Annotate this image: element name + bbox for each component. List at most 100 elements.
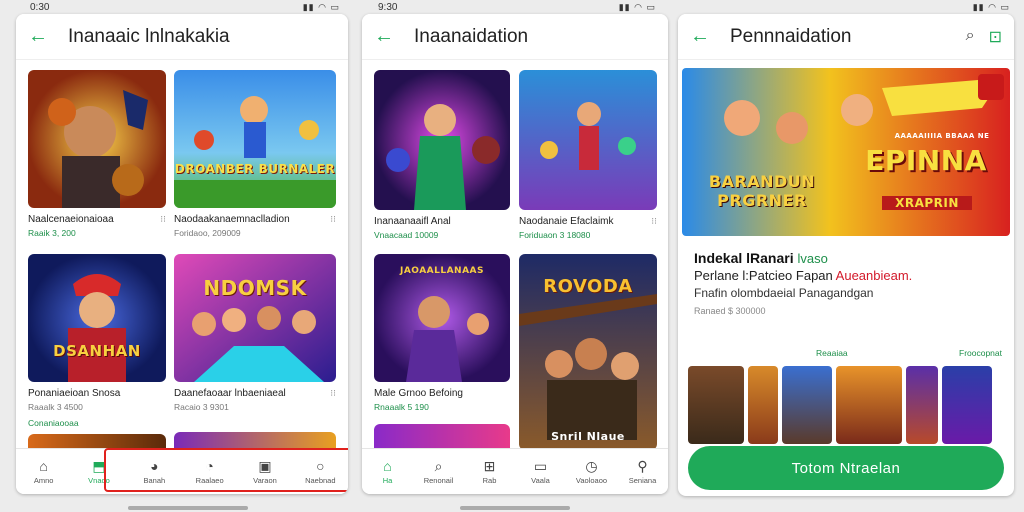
game-title: Male Grnoo Befoing	[374, 388, 463, 399]
banner-big-text: EPINNA	[865, 144, 987, 177]
page-title: Inaanaidation	[414, 25, 529, 47]
app-bar: ← Inaanaidation	[362, 14, 668, 60]
feature-banner[interactable]: AAAAAIIIIA BBAAA NE EPINNA BARANDUN PRGR…	[682, 68, 1010, 236]
game-art-title: NDOMSK	[203, 276, 307, 300]
game-card[interactable]: Naodanaie Efaclaimk ⁝⁝ Foriduaon 3 18080	[519, 70, 657, 240]
game-thumbnail: DSANHAN	[28, 254, 166, 382]
game-thumbnail	[519, 70, 657, 210]
more-dots-icon[interactable]: ⁝⁝	[330, 388, 336, 399]
nav-item-home[interactable]: ⌂ Amno	[16, 449, 71, 494]
status-bar-1: 0:30 ▮▮ ◠ ▭	[30, 0, 340, 14]
game-thumbnail: DROANBER BURNALER	[174, 70, 336, 208]
game-title: Naodaakanaemnaclladion	[174, 214, 290, 225]
home-indicator[interactable]	[128, 506, 248, 510]
game-art-title: DROANBER BURNALER	[174, 162, 336, 176]
screenshot-thumb[interactable]	[906, 366, 938, 444]
more-dots-icon[interactable]: ⁝⁝	[160, 214, 166, 225]
search-icon[interactable]: ⌕	[966, 27, 975, 47]
status-icons: ▮▮ ◠ ▭	[618, 1, 656, 12]
game-meta: Foriduaon 3 18080	[519, 230, 591, 240]
game-card[interactable]: Inanaanaaifl Anal Vnaacaad 10009	[374, 70, 510, 240]
banner-small-text: AAAAAIIIIA BBAAA NE	[894, 132, 990, 140]
status-icons: ▮▮ ◠ ▭	[302, 1, 340, 12]
home-indicator[interactable]	[460, 506, 570, 510]
phone-screen-1: ← Inanaaic lnlnakakia Naalcenaeionaioaa ⁝…	[16, 14, 348, 494]
game-thumbnail: ROVODA Snril Nlaue	[519, 254, 657, 450]
game-meta: Raaalk 3 4500	[28, 402, 83, 412]
app-tag: lvaso	[797, 251, 828, 266]
home-icon: ⌂	[383, 457, 392, 474]
more-dots-icon[interactable]: ⁝⁝	[330, 214, 336, 225]
app-subtitle: Perlane l:Patcieo Fapan	[694, 268, 833, 283]
game-title: Naodanaie Efaclaimk	[519, 216, 614, 227]
game-title: Inanaanaaifl Anal	[374, 216, 451, 227]
back-arrow-icon[interactable]: ←	[374, 25, 400, 48]
game-thumbnail	[28, 70, 166, 208]
game-card[interactable]: JAOAALLANAAS Male Grnoo Befoing Rnaaalk …	[374, 254, 510, 412]
nav-item-apps[interactable]: ⊞ Rab	[464, 449, 515, 494]
game-title: Daanefaoaar lnbaeniaeal	[174, 388, 286, 399]
nav-item-settings[interactable]: ⚲ Seniana	[617, 449, 668, 494]
game-card[interactable]: DSANHAN Ponaniaeioan Snosa Raaalk 3 4500…	[28, 254, 166, 428]
nav-item-updates[interactable]: ◷ Vaoloaoo	[566, 449, 617, 494]
game-art-title: JAOAALLANAAS	[399, 266, 485, 276]
game-art-subtitle: Snril Nlaue	[551, 430, 625, 443]
bookmark-icon[interactable]: ⊡	[989, 27, 1002, 47]
status-bar-2: 9:30 ▮▮ ◠ ▭	[378, 0, 656, 14]
app-bar: ← Inanaaic lnlnakakia	[16, 14, 348, 60]
more-dots-icon[interactable]: ⁝⁝	[651, 216, 657, 227]
app-detail: Indekal lRanari lvaso Perlane l:Patcieo …	[694, 250, 1004, 316]
game-meta: Raaik 3, 200	[28, 228, 76, 238]
highlight-box	[104, 448, 348, 492]
page-title: Inanaaic lnlnakakia	[68, 25, 230, 47]
back-arrow-icon[interactable]: ←	[28, 25, 54, 48]
more-label[interactable]: Conaniaooaa	[28, 418, 166, 428]
app-developer: Fnafin olombdaeial Panagandgan	[694, 286, 874, 300]
section-label-left[interactable]: Reaaiaa	[816, 348, 848, 358]
game-card[interactable]: NDOMSK Daanefaoaar lnbaeniaeal ⁝⁝ Racaio …	[174, 254, 336, 412]
nav-item-search[interactable]: ⌕ Renonail	[413, 449, 464, 494]
game-meta: Foridaoo, 209009	[174, 228, 241, 238]
status-icons: ▮▮ ◠ ▭	[972, 1, 1010, 12]
app-bar: ← Pennnaidation ⌕ ⊡	[678, 14, 1014, 60]
status-bar-3: ▮▮ ◠ ▭	[690, 0, 1010, 14]
game-thumbnail: NDOMSK	[174, 254, 336, 382]
page-title: Pennnaidation	[730, 25, 852, 47]
screenshot-thumb[interactable]	[836, 366, 902, 444]
screenshot-thumb[interactable]	[748, 366, 778, 444]
game-meta: Vnaacaad 10009	[374, 230, 439, 240]
game-thumbnail	[374, 70, 510, 210]
game-title: Ponaniaeioan Snosa	[28, 388, 121, 399]
library-icon: ▭	[533, 457, 548, 474]
app-name: Indekal lRanari	[694, 250, 794, 266]
section-header: Reaaiaa Froocopnat	[816, 348, 1002, 358]
section-label-right[interactable]: Froocopnat	[959, 348, 1002, 358]
nav-item-home[interactable]: ⌂ Ha	[362, 449, 413, 494]
status-time: 0:30	[30, 1, 50, 13]
game-art-title: ROVODA	[543, 276, 633, 297]
search-icon: ⌕	[434, 457, 443, 474]
install-button[interactable]: Totom Ntraelan	[688, 446, 1004, 490]
back-arrow-icon[interactable]: ←	[690, 25, 716, 48]
banner-left-text: BARANDUN PRGRNER	[708, 172, 816, 210]
game-card[interactable]: DROANBER BURNALER Naodaakanaemnaclladion…	[174, 70, 336, 238]
app-subtitle-highlight: Aueanbieam.	[835, 268, 913, 283]
game-card[interactable]: Naalcenaeionaioaa ⁝⁝ Raaik 3, 200	[28, 70, 166, 238]
game-card[interactable]: ROVODA Snril Nlaue	[519, 254, 657, 450]
screenshot-thumb[interactable]	[942, 366, 992, 444]
screenshot-strip	[688, 366, 992, 444]
apps-icon: ⊞	[483, 457, 496, 474]
nav-item-library[interactable]: ▭ Vaala	[515, 449, 566, 494]
screenshot-thumb[interactable]	[688, 366, 744, 444]
game-meta: Rnaaalk 5 190	[374, 402, 429, 412]
phone-screen-3: ← Pennnaidation ⌕ ⊡ AAAAAIIIIA BBAAA NE …	[678, 14, 1014, 496]
app-meta: Ranaed $ 300000	[694, 306, 766, 316]
phone-screen-2: ← Inaanaidation Inanaanaaifl Anal Vnaaca…	[362, 14, 668, 494]
game-meta: Racaio 3 9301	[174, 402, 229, 412]
status-time: 9:30	[378, 1, 398, 13]
banner-sub-text: XRAPRIN	[882, 196, 972, 210]
screenshot-thumb[interactable]	[782, 366, 832, 444]
settings-icon: ⚲	[637, 457, 648, 474]
bottom-navigation: ⌂ Ha ⌕ Renonail ⊞ Rab ▭ Vaala ◷ Vaoloaoo ⚲ Sen…	[362, 448, 668, 494]
game-thumbnail: JAOAALLANAAS	[374, 254, 510, 382]
